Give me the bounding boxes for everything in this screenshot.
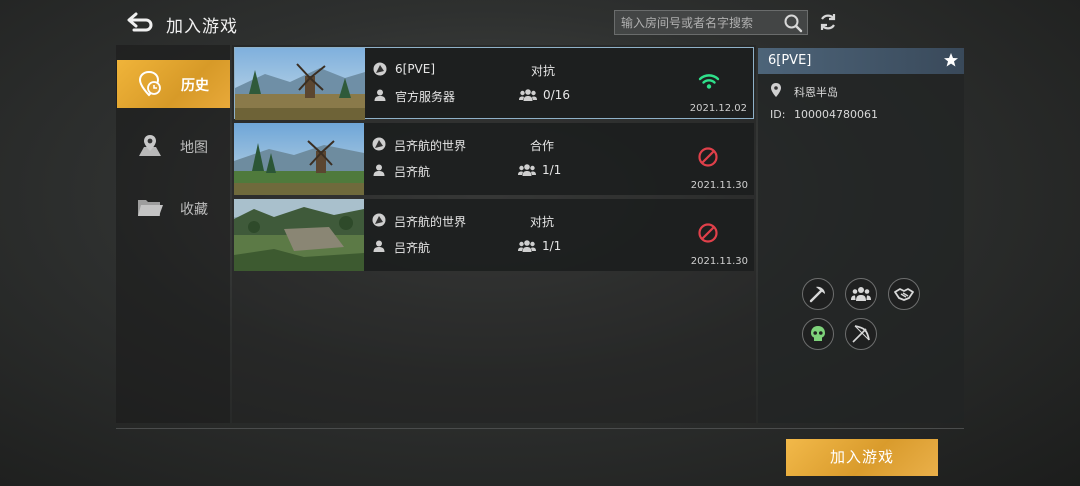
- server-mode: 对抗: [530, 215, 555, 229]
- compass-icon: [373, 62, 387, 76]
- server-date: 2021.12.02: [689, 103, 747, 114]
- sidebar-item-favorites[interactable]: 收藏: [116, 184, 230, 232]
- detail-id-value: 100004780061: [794, 108, 878, 121]
- folder-icon: [138, 200, 163, 216]
- players-icon: [518, 164, 536, 176]
- sidebar-item-map[interactable]: 地图: [116, 122, 230, 170]
- server-owner: 吕齐航: [394, 165, 431, 179]
- sidebar-item-history[interactable]: 历史: [117, 60, 230, 108]
- server-thumbnail: [235, 48, 365, 120]
- refresh-icon[interactable]: [818, 12, 838, 32]
- bow-icon: [845, 318, 877, 350]
- players-icon: [519, 89, 537, 101]
- top-bar: 加入游戏: [0, 0, 1080, 44]
- page-title: 加入游戏: [166, 17, 238, 37]
- user-icon: [374, 89, 386, 101]
- handshake-icon: [888, 278, 920, 310]
- detail-header: 6[PVE]: [758, 48, 964, 74]
- player-count: 1/1: [542, 239, 562, 253]
- join-game-button[interactable]: 加入游戏: [786, 439, 938, 476]
- server-card[interactable]: 吕齐航的世界 对抗 吕齐航 1/1 2021.11.30: [234, 199, 754, 271]
- players-icon: [518, 240, 536, 252]
- pickaxe-icon: [802, 278, 834, 310]
- server-owner: 官方服务器: [395, 90, 456, 104]
- map-icon: [139, 135, 161, 156]
- search-icon[interactable]: [783, 13, 803, 33]
- server-date: 2021.11.30: [690, 180, 748, 191]
- server-detail-panel: 6[PVE] 科恩半岛 ID: 100004780061: [758, 48, 964, 423]
- server-name: 吕齐航的世界: [394, 139, 467, 153]
- server-name: 6[PVE]: [395, 62, 436, 76]
- server-date: 2021.11.30: [690, 256, 748, 267]
- server-mode: 合作: [530, 139, 555, 153]
- detail-server-name: 6[PVE]: [768, 53, 812, 68]
- clock-pin-icon: [138, 70, 161, 97]
- server-name: 吕齐航的世界: [394, 215, 467, 229]
- back-arrow-icon: [127, 12, 153, 32]
- group-icon: [845, 278, 877, 310]
- no-entry-icon: [698, 223, 718, 243]
- compass-icon: [372, 137, 386, 151]
- star-icon[interactable]: [943, 52, 959, 68]
- server-thumbnail: [234, 199, 364, 271]
- search-box: [614, 10, 808, 35]
- back-button[interactable]: [126, 10, 154, 34]
- skull-icon: [802, 318, 834, 350]
- detail-id-label: ID:: [770, 108, 786, 121]
- location-pin-icon: [771, 83, 781, 97]
- compass-icon: [372, 213, 386, 227]
- sidebar-item-label: 收藏: [180, 202, 208, 218]
- server-card[interactable]: 吕齐航的世界 合作 吕齐航 1/1 2021.11.30: [234, 123, 754, 195]
- player-count: 0/16: [543, 88, 570, 102]
- user-icon: [373, 164, 385, 176]
- no-entry-icon: [698, 147, 718, 167]
- sidebar-item-label: 地图: [180, 140, 208, 156]
- server-mode: 对抗: [531, 64, 556, 78]
- server-thumbnail: [234, 123, 364, 195]
- sidebar: 历史 地图 收藏: [116, 45, 230, 423]
- server-card[interactable]: 6[PVE] 对抗 官方服务器 0/16 2021.12.02: [234, 47, 754, 120]
- sidebar-item-label: 历史: [181, 78, 209, 94]
- detail-map-name: 科恩半岛: [794, 86, 838, 99]
- player-count: 1/1: [542, 163, 562, 177]
- search-input[interactable]: [615, 11, 781, 34]
- server-owner: 吕齐航: [394, 241, 431, 255]
- user-icon: [373, 240, 385, 252]
- server-list: 6[PVE] 对抗 官方服务器 0/16 2021.12.02 吕齐航的世界 合…: [232, 45, 756, 423]
- wifi-icon: [698, 74, 720, 89]
- footer-divider: [116, 428, 964, 429]
